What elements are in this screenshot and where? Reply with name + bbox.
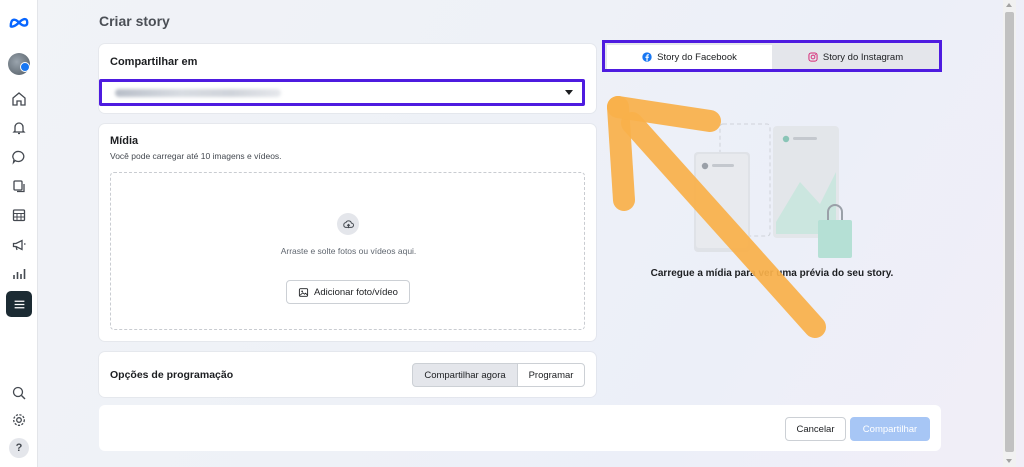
annotation-arrow — [607, 96, 826, 338]
facebook-icon — [642, 52, 652, 62]
selected-account-value — [115, 89, 281, 97]
add-photo-video-button[interactable]: Adicionar foto/vídeo — [286, 280, 410, 304]
tab-facebook-story-label: Story do Facebook — [657, 51, 737, 63]
account-select[interactable] — [99, 79, 585, 106]
scroll-up-icon[interactable] — [1006, 3, 1012, 7]
left-nav-rail: ? — [0, 0, 38, 467]
help-icon[interactable]: ? — [9, 438, 29, 458]
share-now-option[interactable]: Compartilhar agora — [412, 363, 518, 387]
tab-facebook-story[interactable]: Story do Facebook — [607, 45, 772, 69]
settings-icon[interactable] — [9, 410, 29, 430]
tab-instagram-story-label: Story do Instagram — [822, 51, 904, 63]
bell-icon[interactable] — [9, 118, 29, 138]
schedule-option[interactable]: Programar — [517, 363, 585, 387]
calendar-icon[interactable] — [9, 205, 29, 225]
megaphone-icon[interactable] — [9, 235, 29, 255]
add-photo-video-label: Adicionar foto/vídeo — [314, 286, 398, 298]
tab-instagram-story[interactable]: Story do Instagram — [773, 45, 938, 69]
share-button[interactable]: Compartilhar — [850, 417, 930, 441]
pages-icon[interactable] — [9, 176, 29, 196]
footer-bar: Cancelar Compartilhar — [99, 405, 941, 451]
menu-icon[interactable] — [6, 291, 32, 317]
chevron-down-icon — [565, 90, 573, 95]
instagram-icon — [808, 52, 818, 62]
schedule-title: Opções de programação — [110, 369, 234, 381]
photo-icon — [298, 287, 309, 297]
upload-cloud-icon — [337, 213, 359, 235]
scroll-thumb[interactable] — [1005, 12, 1014, 452]
facebook-badge-icon — [20, 62, 30, 72]
media-card: Mídia Você pode carregar até 10 imagens … — [99, 124, 596, 341]
search-icon[interactable] — [9, 383, 29, 403]
cancel-button[interactable]: Cancelar — [785, 417, 846, 441]
media-dropzone[interactable]: Arraste e solte fotos ou vídeos aqui. Ad… — [110, 172, 585, 330]
media-title: Mídia — [110, 135, 139, 147]
meta-logo-icon[interactable] — [7, 12, 31, 32]
dropzone-instruction: Arraste e solte fotos ou vídeos aqui. — [280, 246, 417, 256]
page-title: Criar story — [99, 13, 170, 29]
schedule-card: Opções de programação Compartilhar agora… — [99, 352, 596, 397]
scroll-down-icon[interactable] — [1006, 459, 1012, 463]
insights-icon[interactable] — [9, 264, 29, 284]
scrollbar[interactable] — [1003, 0, 1016, 467]
media-subtitle: Você pode carregar até 10 imagens e víde… — [110, 151, 282, 161]
chat-icon[interactable] — [9, 147, 29, 167]
preview-tabs: Story do Facebook Story do Instagram — [602, 40, 942, 72]
share-on-title: Compartilhar em — [110, 56, 198, 68]
home-icon[interactable] — [9, 89, 29, 109]
